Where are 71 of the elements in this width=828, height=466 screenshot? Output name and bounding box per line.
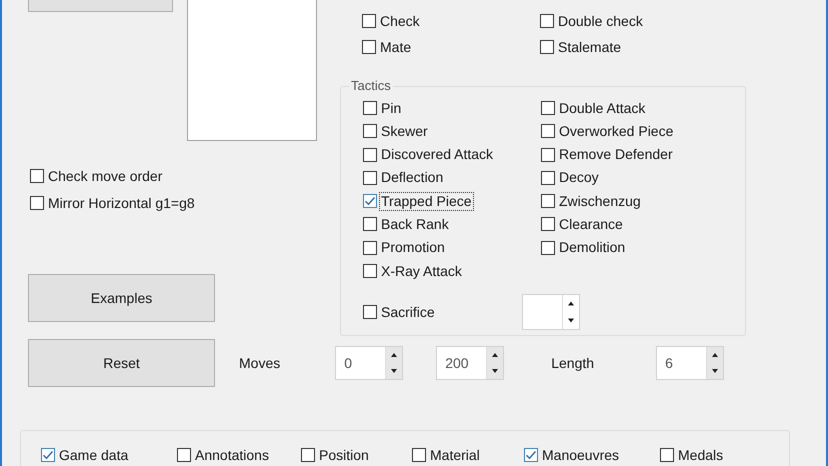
examples-button[interactable]: Examples [28,274,215,322]
checkbox-label: Mirror Horizontal g1=g8 [47,194,196,212]
checkbox[interactable] [363,148,377,162]
checkmark-icon [364,195,376,208]
checkbox[interactable] [363,305,377,320]
checkbox-label: Overworked Piece [558,122,674,140]
checkbox[interactable] [541,217,555,232]
checkmark-icon [42,449,54,461]
checkbox[interactable] [362,40,376,54]
moves-label: Moves [239,355,280,371]
checkbox-label: Double Attack [558,100,646,116]
checkbox-label: Game data [58,446,130,464]
checkbox-label: X-Ray Attack [380,262,463,280]
checkbox[interactable] [541,124,555,138]
checkbox[interactable] [540,40,554,54]
checkbox-label: Promotion [380,239,446,256]
checkbox[interactable] [363,264,377,278]
checkbox-label: Decoy [558,169,600,186]
checkbox[interactable] [363,240,377,255]
checkbox-label: Discovered Attack [380,146,494,164]
spin-value: 200 [444,354,470,373]
checkbox-label: Double check [557,12,644,30]
checkbox[interactable] [541,194,555,208]
checkbox[interactable] [363,194,377,208]
checkbox[interactable] [363,170,377,185]
checkbox-label: Sacrifice [380,304,436,321]
checkbox[interactable] [363,101,377,115]
checkbox-label: Manoeuvres [541,446,620,464]
checkbox[interactable] [660,448,674,462]
checkmark-icon [525,449,537,461]
checkbox-label: Skewer [380,122,429,140]
spin-box[interactable]: 6 [656,346,724,380]
checkbox-label: Check [379,12,421,30]
checkbox[interactable] [540,14,554,28]
checkbox-label: Check move order [47,168,164,184]
checkbox[interactable] [541,240,555,255]
checkbox-label: Material [429,446,481,464]
checkbox[interactable] [541,148,555,162]
spin-value: 0 [343,354,354,373]
checkbox-label: Demolition [558,239,626,256]
length-label: Length [551,355,594,371]
checkbox[interactable] [541,101,555,115]
checkbox[interactable] [301,448,315,462]
checkbox[interactable] [41,448,55,462]
checkbox[interactable] [177,448,191,462]
checkbox-label: Annotations [194,446,270,464]
checkbox-label: Pin [380,100,402,116]
checkbox-label: Remove Defender [558,146,674,164]
checkbox[interactable] [30,169,44,183]
group-title: Tactics [349,78,393,93]
checkbox-label: Position [318,446,370,464]
checkbox-label: Medals [677,446,724,464]
reset-button[interactable]: Reset [28,339,215,387]
checkbox-label: Trapped Piece [380,192,473,210]
checkbox[interactable] [412,448,426,462]
checkbox-label: Stalemate [557,38,622,56]
checkbox-label: Clearance [558,216,624,233]
checkbox-label: Back Rank [380,216,450,233]
checkbox[interactable] [363,124,377,138]
checkbox[interactable] [30,196,44,210]
checkbox[interactable] [524,448,538,462]
spin-box[interactable]: 200 [436,346,504,380]
spin-box[interactable]: 0 [335,346,404,380]
list-box[interactable] [187,0,317,141]
spin-value: 6 [664,354,674,373]
checkbox-label: Deflection [380,169,444,186]
checkbox[interactable] [363,217,377,232]
checkbox-label: Mate [379,38,412,56]
checkbox[interactable] [541,170,555,185]
checkbox-label: Zwischenzug [558,192,642,210]
checkbox[interactable] [362,14,376,28]
